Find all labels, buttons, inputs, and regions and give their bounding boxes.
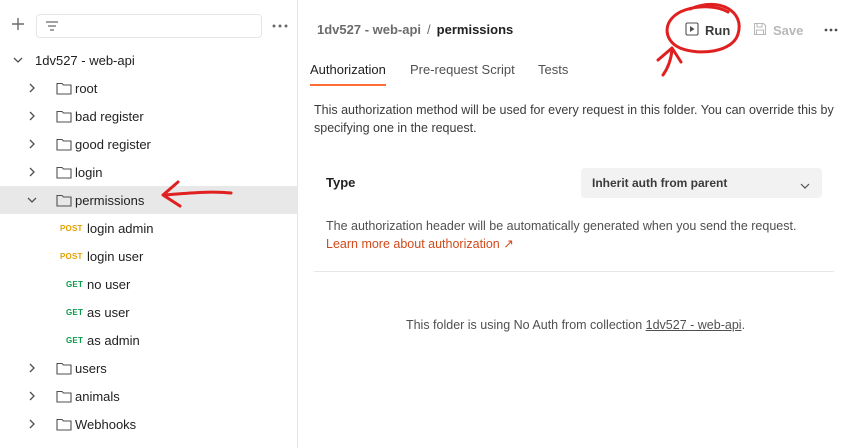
folder-label: permissions bbox=[75, 192, 145, 208]
tree-item-folder[interactable]: users bbox=[0, 354, 297, 382]
divider bbox=[314, 271, 834, 272]
request-label: as user bbox=[87, 304, 130, 320]
tree-item-folder[interactable]: login bbox=[0, 158, 297, 186]
chevron-down-icon[interactable] bbox=[12, 54, 24, 66]
auth-description: This authorization method will be used f… bbox=[314, 103, 834, 135]
collection-label: 1dv527 - web-api bbox=[35, 52, 135, 68]
learn-more-link[interactable]: Learn more about authorization ↗ bbox=[326, 236, 514, 251]
tree-item-request[interactable]: GET no user bbox=[0, 270, 297, 298]
tab-tests[interactable]: Tests bbox=[538, 62, 568, 77]
type-label: Type bbox=[326, 175, 356, 190]
request-label: login user bbox=[87, 248, 144, 264]
tree-item-folder[interactable]: Webhooks bbox=[0, 410, 297, 438]
folder-label: root bbox=[75, 80, 98, 96]
run-label: Run bbox=[705, 22, 731, 38]
folder-icon bbox=[56, 389, 72, 403]
more-options-icon[interactable] bbox=[268, 16, 292, 36]
request-label: as admin bbox=[87, 332, 140, 348]
sidebar: 1dv527 - web-api root bad register good … bbox=[0, 0, 298, 448]
plus-icon[interactable] bbox=[8, 14, 28, 34]
method-badge: POST bbox=[60, 251, 83, 261]
more-options-icon[interactable] bbox=[820, 22, 842, 38]
breadcrumb: 1dv527 - web-api / permissions bbox=[317, 22, 513, 37]
main-panel: 1dv527 - web-api / permissions Run Save Au… bbox=[298, 0, 853, 448]
auth-type-select[interactable]: Inherit auth from parent bbox=[581, 168, 822, 198]
active-tab-indicator bbox=[310, 84, 386, 86]
noauth-suffix: . bbox=[741, 318, 746, 332]
chevron-right-icon[interactable] bbox=[26, 138, 38, 150]
tab-pre-request-script[interactable]: Pre-request Script bbox=[410, 62, 515, 77]
folder-icon bbox=[56, 137, 72, 151]
chevron-right-icon[interactable] bbox=[26, 110, 38, 122]
breadcrumb-parent[interactable]: 1dv527 - web-api bbox=[317, 22, 421, 37]
tree-item-request[interactable]: POST login user bbox=[0, 242, 297, 270]
folder-label: Webhooks bbox=[75, 416, 137, 432]
chevron-down-icon bbox=[800, 178, 810, 192]
noauth-message: This folder is using No Auth from collec… bbox=[298, 318, 853, 332]
sidebar-search-input[interactable] bbox=[36, 14, 262, 38]
folder-icon bbox=[56, 165, 72, 179]
chevron-right-icon[interactable] bbox=[26, 166, 38, 178]
tree-item-folder[interactable]: animals bbox=[0, 382, 297, 410]
tree-item-request[interactable]: GET as user bbox=[0, 298, 297, 326]
save-button[interactable]: Save bbox=[751, 18, 805, 42]
play-icon bbox=[685, 21, 699, 39]
save-label: Save bbox=[773, 22, 804, 38]
tree-item-folder[interactable]: bad register bbox=[0, 102, 297, 130]
folder-label: good register bbox=[75, 136, 151, 152]
sidebar-toolbar bbox=[0, 0, 298, 48]
request-label: login admin bbox=[87, 220, 154, 236]
filter-icon bbox=[45, 20, 59, 35]
tree-item-request[interactable]: POST login admin bbox=[0, 214, 297, 242]
folder-label: bad register bbox=[75, 108, 144, 124]
chevron-down-icon[interactable] bbox=[26, 194, 38, 206]
method-badge: GET bbox=[66, 307, 84, 317]
chevron-right-icon[interactable] bbox=[26, 418, 38, 430]
header: 1dv527 - web-api / permissions Run Save bbox=[298, 0, 853, 56]
noauth-prefix: This folder is using No Auth from collec… bbox=[405, 318, 646, 332]
folder-label: animals bbox=[75, 388, 120, 404]
auth-type-value: Inherit auth from parent bbox=[592, 176, 728, 190]
folder-label: login bbox=[75, 164, 103, 180]
breadcrumb-separator: / bbox=[427, 22, 431, 37]
breadcrumb-current: permissions bbox=[436, 22, 514, 37]
run-button[interactable]: Run bbox=[679, 18, 731, 42]
tree-item-folder-selected[interactable]: permissions bbox=[0, 186, 297, 214]
tree-item-collection[interactable]: 1dv527 - web-api bbox=[0, 46, 297, 74]
tab-bar: Authorization Pre-request Script Tests bbox=[298, 56, 853, 86]
tab-authorization[interactable]: Authorization bbox=[310, 62, 386, 77]
folder-icon bbox=[56, 81, 72, 95]
chevron-right-icon[interactable] bbox=[26, 82, 38, 94]
folder-label: users bbox=[75, 360, 107, 376]
collection-link[interactable]: 1dv527 - web-api bbox=[646, 318, 742, 332]
method-badge: POST bbox=[60, 223, 83, 233]
chevron-right-icon[interactable] bbox=[26, 390, 38, 402]
tree-item-folder[interactable]: good register bbox=[0, 130, 297, 158]
save-icon bbox=[753, 22, 767, 39]
folder-icon bbox=[56, 361, 72, 375]
folder-icon bbox=[56, 417, 72, 431]
method-badge: GET bbox=[66, 279, 84, 289]
request-label: no user bbox=[87, 276, 131, 292]
tree-item-request[interactable]: GET as admin bbox=[0, 326, 297, 354]
tree-item-folder[interactable]: root bbox=[0, 74, 297, 102]
folder-icon bbox=[56, 109, 72, 123]
method-badge: GET bbox=[66, 335, 84, 345]
chevron-right-icon[interactable] bbox=[26, 362, 38, 374]
folder-icon bbox=[56, 193, 72, 207]
inherit-note: The authorization header will be automat… bbox=[326, 219, 797, 233]
